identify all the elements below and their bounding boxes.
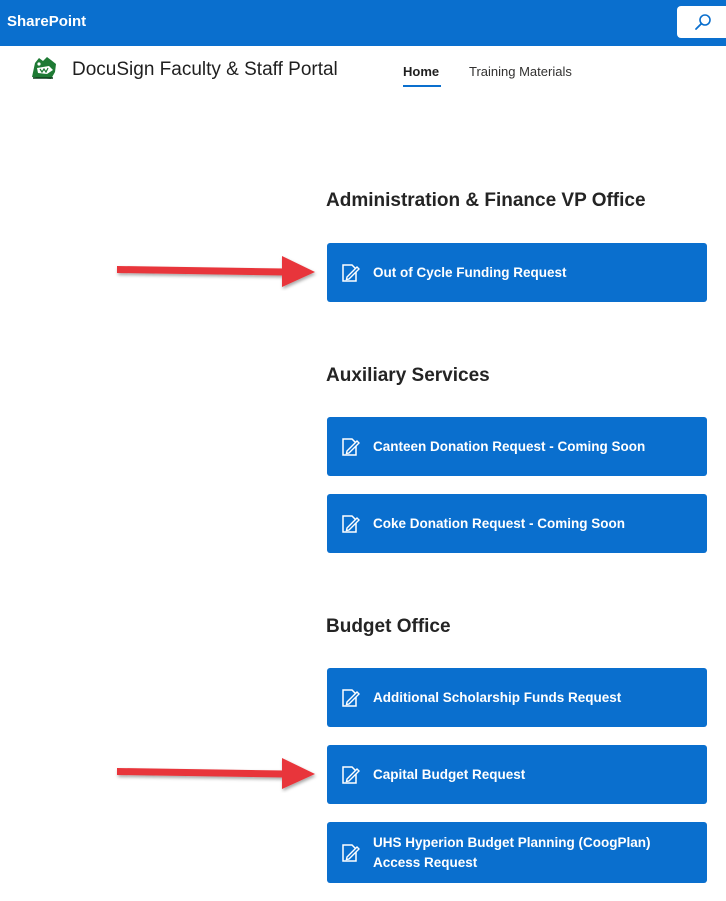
section-heading-admin-finance: Administration & Finance VP Office — [326, 190, 646, 211]
canteen-donation-button[interactable]: Canteen Donation Request - Coming Soon — [327, 417, 707, 476]
edit-form-icon — [342, 765, 360, 784]
capital-budget-button[interactable]: Capital Budget Request — [327, 745, 707, 804]
coke-donation-button[interactable]: Coke Donation Request - Coming Soon — [327, 494, 707, 553]
section-heading-auxiliary: Auxiliary Services — [326, 365, 490, 386]
suite-bar: SharePoint — [0, 0, 726, 46]
search-icon — [695, 14, 711, 30]
edit-form-icon — [342, 263, 360, 282]
edit-form-icon — [342, 514, 360, 533]
out-of-cycle-funding-button[interactable]: Out of Cycle Funding Request — [327, 243, 707, 302]
section-heading-budget: Budget Office — [326, 616, 451, 637]
site-header: DocuSign Faculty & Staff Portal Home Tra… — [0, 46, 726, 106]
edit-form-icon — [342, 843, 360, 862]
nav-home[interactable]: Home — [403, 64, 439, 79]
hyperion-coogplan-button[interactable]: UHS Hyperion Budget Planning (CoogPlan) … — [327, 822, 707, 883]
site-title[interactable]: DocuSign Faculty & Staff Portal — [72, 59, 338, 81]
edit-form-icon — [342, 437, 360, 456]
active-nav-indicator — [403, 85, 441, 87]
red-arrow-annotation — [117, 256, 315, 287]
nav-training-materials[interactable]: Training Materials — [469, 64, 572, 79]
search-button[interactable] — [677, 6, 726, 38]
sharepoint-title[interactable]: SharePoint — [7, 13, 86, 30]
cougar-logo — [32, 57, 56, 79]
red-arrow-annotation — [117, 758, 315, 789]
additional-scholarship-button[interactable]: Additional Scholarship Funds Request — [327, 668, 707, 727]
edit-form-icon — [342, 688, 360, 707]
